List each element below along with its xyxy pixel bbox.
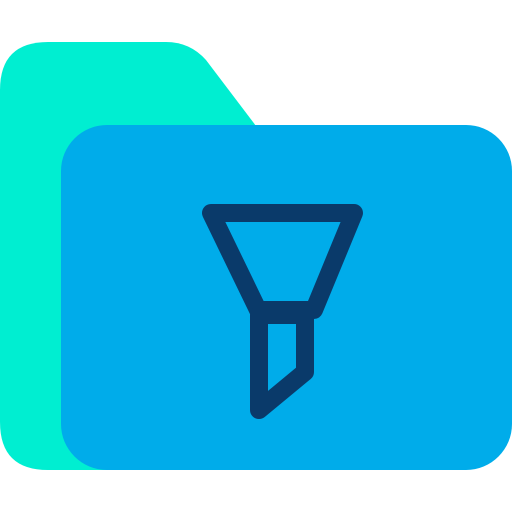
icon-canvas [0, 0, 512, 512]
folder-front-shape [61, 125, 512, 470]
filter-folder-icon [0, 42, 512, 470]
